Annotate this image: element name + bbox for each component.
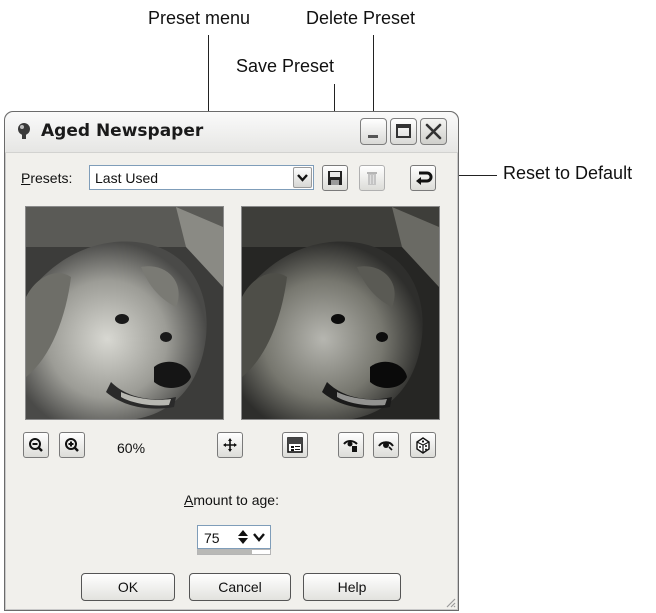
zoom-in-button[interactable] — [59, 432, 85, 458]
split-preview-icon — [287, 437, 303, 453]
close-icon — [425, 123, 442, 140]
maximize-icon — [396, 124, 411, 138]
preset-menu[interactable]: Last Used — [89, 165, 314, 190]
app-icon — [18, 123, 30, 139]
zoom-out-icon — [29, 438, 43, 452]
randomize-button[interactable] — [410, 432, 436, 458]
proof-button[interactable] — [338, 432, 364, 458]
dialog-title: Aged Newspaper — [41, 121, 204, 141]
presets-label-mnemonic: P — [21, 170, 31, 186]
reset-to-default-button[interactable] — [410, 165, 436, 191]
pan-button[interactable] — [217, 432, 243, 458]
reset-icon — [416, 171, 433, 185]
preset-menu-value: Last Used — [95, 170, 159, 186]
zoom-out-button[interactable] — [23, 432, 49, 458]
after-preview[interactable] — [241, 206, 440, 420]
zoom-in-icon — [65, 438, 79, 452]
chevron-down-icon[interactable] — [252, 529, 266, 545]
amount-slider-fill — [198, 550, 252, 554]
resize-grip-icon[interactable] — [444, 596, 456, 608]
zoom-level: 60% — [117, 440, 146, 456]
save-preset-button[interactable] — [322, 165, 348, 191]
amount-label-text: mount to age: — [193, 492, 279, 508]
amount-to-age-input[interactable]: 75 — [197, 525, 271, 549]
move-icon — [223, 438, 237, 452]
preset-menu-dropdown-button[interactable] — [293, 167, 312, 188]
spin-up-down-icon[interactable] — [236, 528, 250, 546]
minimize-icon — [368, 135, 378, 138]
amount-to-age-label: Amount to age: — [5, 492, 458, 508]
close-button[interactable] — [420, 118, 447, 145]
amount-to-age-value: 75 — [204, 530, 220, 546]
auto-proof-icon — [378, 441, 394, 451]
delete-preset-button[interactable] — [359, 165, 385, 191]
presets-label: Presets: — [21, 170, 72, 186]
auto-proof-button[interactable] — [373, 432, 399, 458]
callout-save-preset: Save Preset — [236, 56, 335, 76]
amount-slider[interactable] — [197, 549, 271, 555]
split-preview-button[interactable] — [282, 432, 308, 458]
title-bar[interactable]: Aged Newspaper — [5, 112, 458, 153]
chevron-down-icon — [297, 174, 308, 182]
aged-newspaper-dialog: Aged Newspaper Presets: Last Used 60% Am… — [4, 111, 459, 611]
dog-photo-before — [26, 207, 223, 419]
callout-reset-to-default: Reset to Default — [503, 163, 633, 183]
maximize-button[interactable] — [390, 118, 417, 145]
amount-label-mnemonic: A — [184, 492, 194, 508]
callout-preset-menu: Preset menu — [148, 8, 251, 28]
randomize-icon — [416, 437, 430, 454]
cancel-button[interactable]: Cancel — [189, 573, 291, 601]
callout-delete-preset: Delete Preset — [306, 8, 416, 28]
save-icon — [328, 171, 342, 185]
dog-photo-after — [242, 207, 439, 419]
proof-icon — [343, 440, 358, 452]
ok-button[interactable]: OK — [81, 573, 175, 601]
minimize-button[interactable] — [360, 118, 387, 145]
before-preview[interactable] — [25, 206, 224, 420]
trash-icon — [367, 172, 377, 185]
presets-label-text: resets: — [30, 170, 73, 186]
help-button[interactable]: Help — [303, 573, 401, 601]
